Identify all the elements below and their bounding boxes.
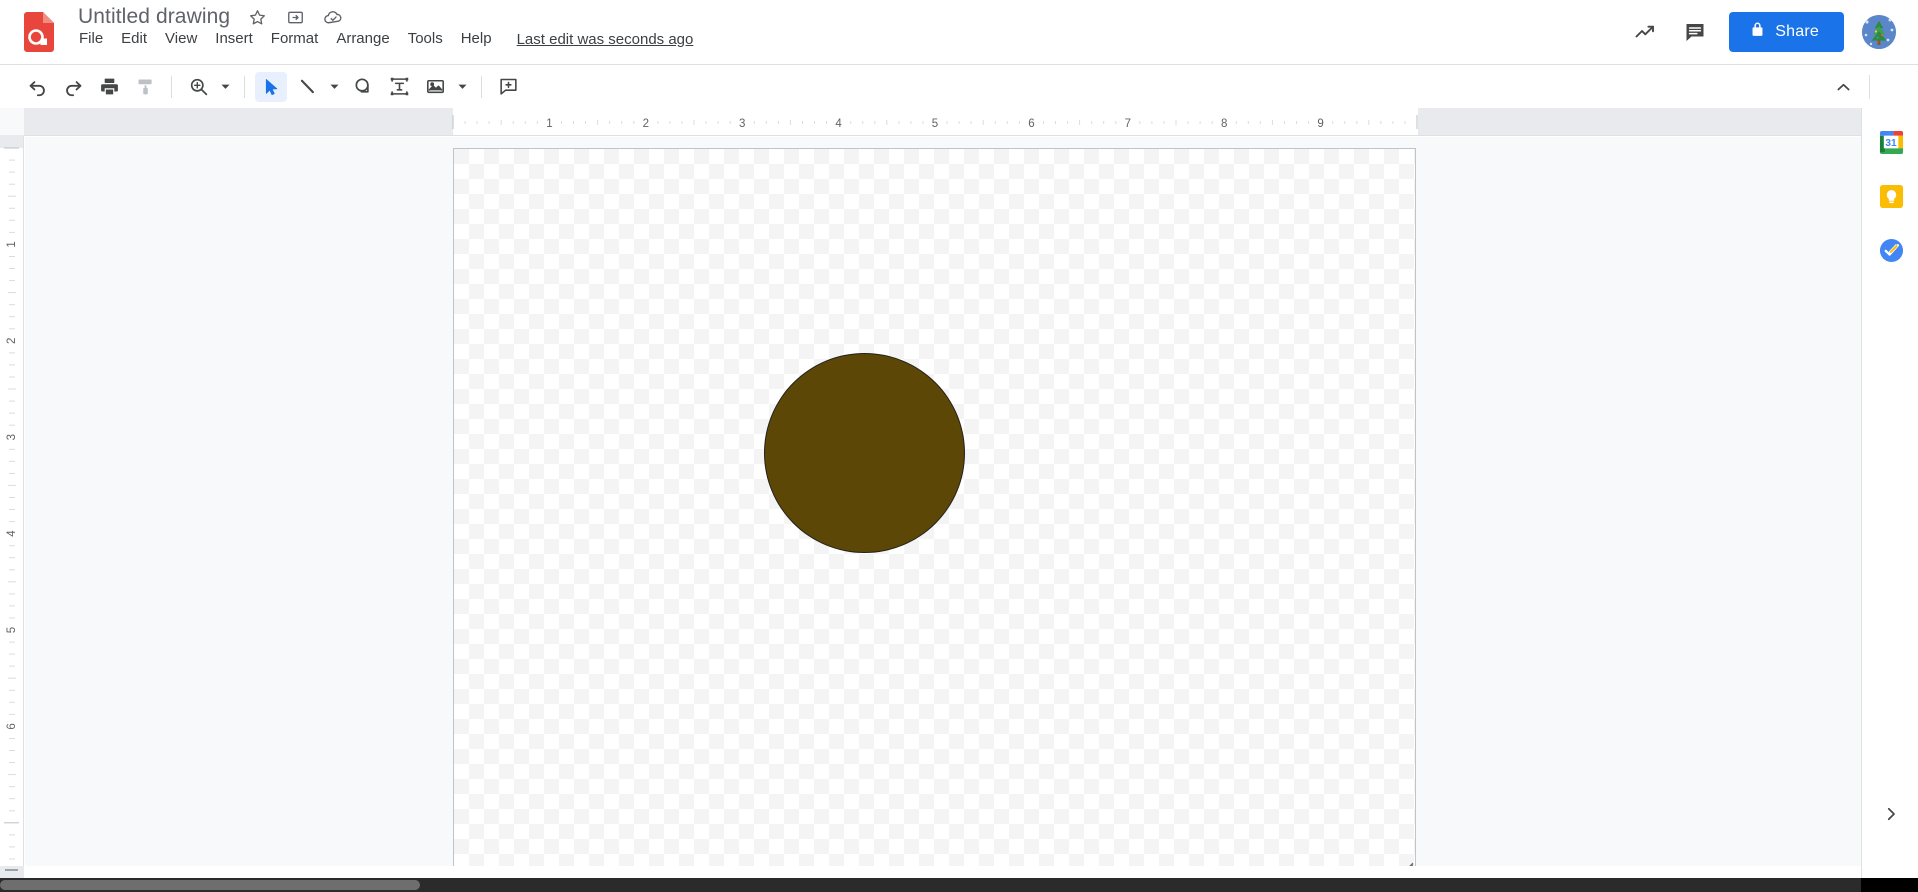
image-icon[interactable] [419,72,451,102]
svg-text:5: 5 [932,118,938,130]
line-tool-button[interactable] [291,72,323,102]
toolbar-separator-2 [244,75,245,98]
comment-icon[interactable] [1673,10,1717,54]
google-drawings-app: Untitled drawing File Edit View Insert F… [0,0,1918,892]
svg-text:7: 7 [1125,118,1131,130]
text-box-button[interactable] [383,72,415,102]
svg-text:4: 4 [6,530,18,537]
svg-text:31: 31 [1885,137,1897,148]
svg-text:6: 6 [1028,118,1034,130]
menu-item-tools[interactable]: Tools [399,27,452,51]
menu-item-insert[interactable]: Insert [206,27,262,51]
share-button-label: Share [1775,23,1819,40]
zoom-in-icon[interactable] [182,72,214,102]
svg-text:4: 4 [835,118,842,130]
drawings-app-icon[interactable] [22,10,56,54]
menu-bar: File Edit View Insert Format Arrange Too… [70,27,697,51]
vertical-scroll-tick [5,869,18,871]
google-keep-icon[interactable] [1875,180,1907,212]
google-calendar-icon[interactable]: 31 [1875,126,1907,158]
svg-text:9: 9 [1317,118,1323,130]
vertical-ruler-ticks: 1 2 3 4 5 6 [4,147,20,860]
main-toolbar [0,64,1918,108]
toolbar-separator-3 [481,75,482,98]
trending-up-icon[interactable] [1623,10,1667,54]
svg-text:1: 1 [6,241,18,247]
paint-roller-icon[interactable] [129,72,161,102]
horizontal-scrollbar[interactable] [0,878,1861,892]
svg-text:1: 1 [546,118,552,130]
share-button[interactable]: Share [1729,12,1844,52]
resize-handle-icon[interactable] [1400,862,1414,866]
ruler-corner [0,108,24,136]
vertical-ruler[interactable]: 1 2 3 4 5 6 [0,136,24,866]
google-tasks-icon[interactable] [1875,234,1907,266]
app-header: Untitled drawing File Edit View Insert F… [0,0,1918,64]
chevron-right-icon[interactable] [1875,798,1907,830]
svg-text:8: 8 [1221,118,1227,130]
shape-tool-button[interactable] [347,72,379,102]
svg-text:3: 3 [6,434,18,440]
header-actions: Share [1623,0,1918,64]
print-button[interactable] [93,72,125,102]
horizontal-ruler-ticks: 1 2 3 4 5 6 7 8 9 [452,115,1418,130]
user-avatar[interactable] [1862,15,1896,49]
horizontal-scrollbar-thumb[interactable] [0,880,420,890]
chevron-up-icon[interactable] [1828,72,1858,102]
zoom-dropdown-caret[interactable] [216,72,234,102]
svg-text:2: 2 [643,118,649,130]
svg-text:6: 6 [6,723,18,729]
svg-text:2: 2 [6,338,18,344]
side-panel: 31 [1861,108,1918,892]
menu-item-help[interactable]: Help [452,27,501,51]
undo-button[interactable] [21,72,53,102]
menu-item-format[interactable]: Format [262,27,328,51]
drawing-canvas[interactable] [453,148,1416,866]
image-dropdown-caret[interactable] [453,72,471,102]
redo-button[interactable] [57,72,89,102]
select-tool-button[interactable] [255,71,287,102]
svg-text:5: 5 [6,627,18,633]
add-comment-icon[interactable] [492,72,524,102]
svg-text:3: 3 [739,118,745,130]
ellipse-shape[interactable] [764,353,965,553]
toolbar-separator-1 [171,75,172,98]
toolbar-right-divider [1869,75,1870,99]
lock-icon [1749,21,1766,43]
menu-item-arrange[interactable]: Arrange [327,27,398,51]
canvas-workspace[interactable] [25,137,1896,866]
line-dropdown-caret[interactable] [325,72,343,102]
menu-item-edit[interactable]: Edit [112,27,156,51]
menu-item-view[interactable]: View [156,27,206,51]
horizontal-ruler[interactable]: 1 2 3 4 5 6 7 8 9 [24,108,1896,136]
menu-item-file[interactable]: File [70,27,112,51]
last-edit-status[interactable]: Last edit was seconds ago [513,31,698,48]
